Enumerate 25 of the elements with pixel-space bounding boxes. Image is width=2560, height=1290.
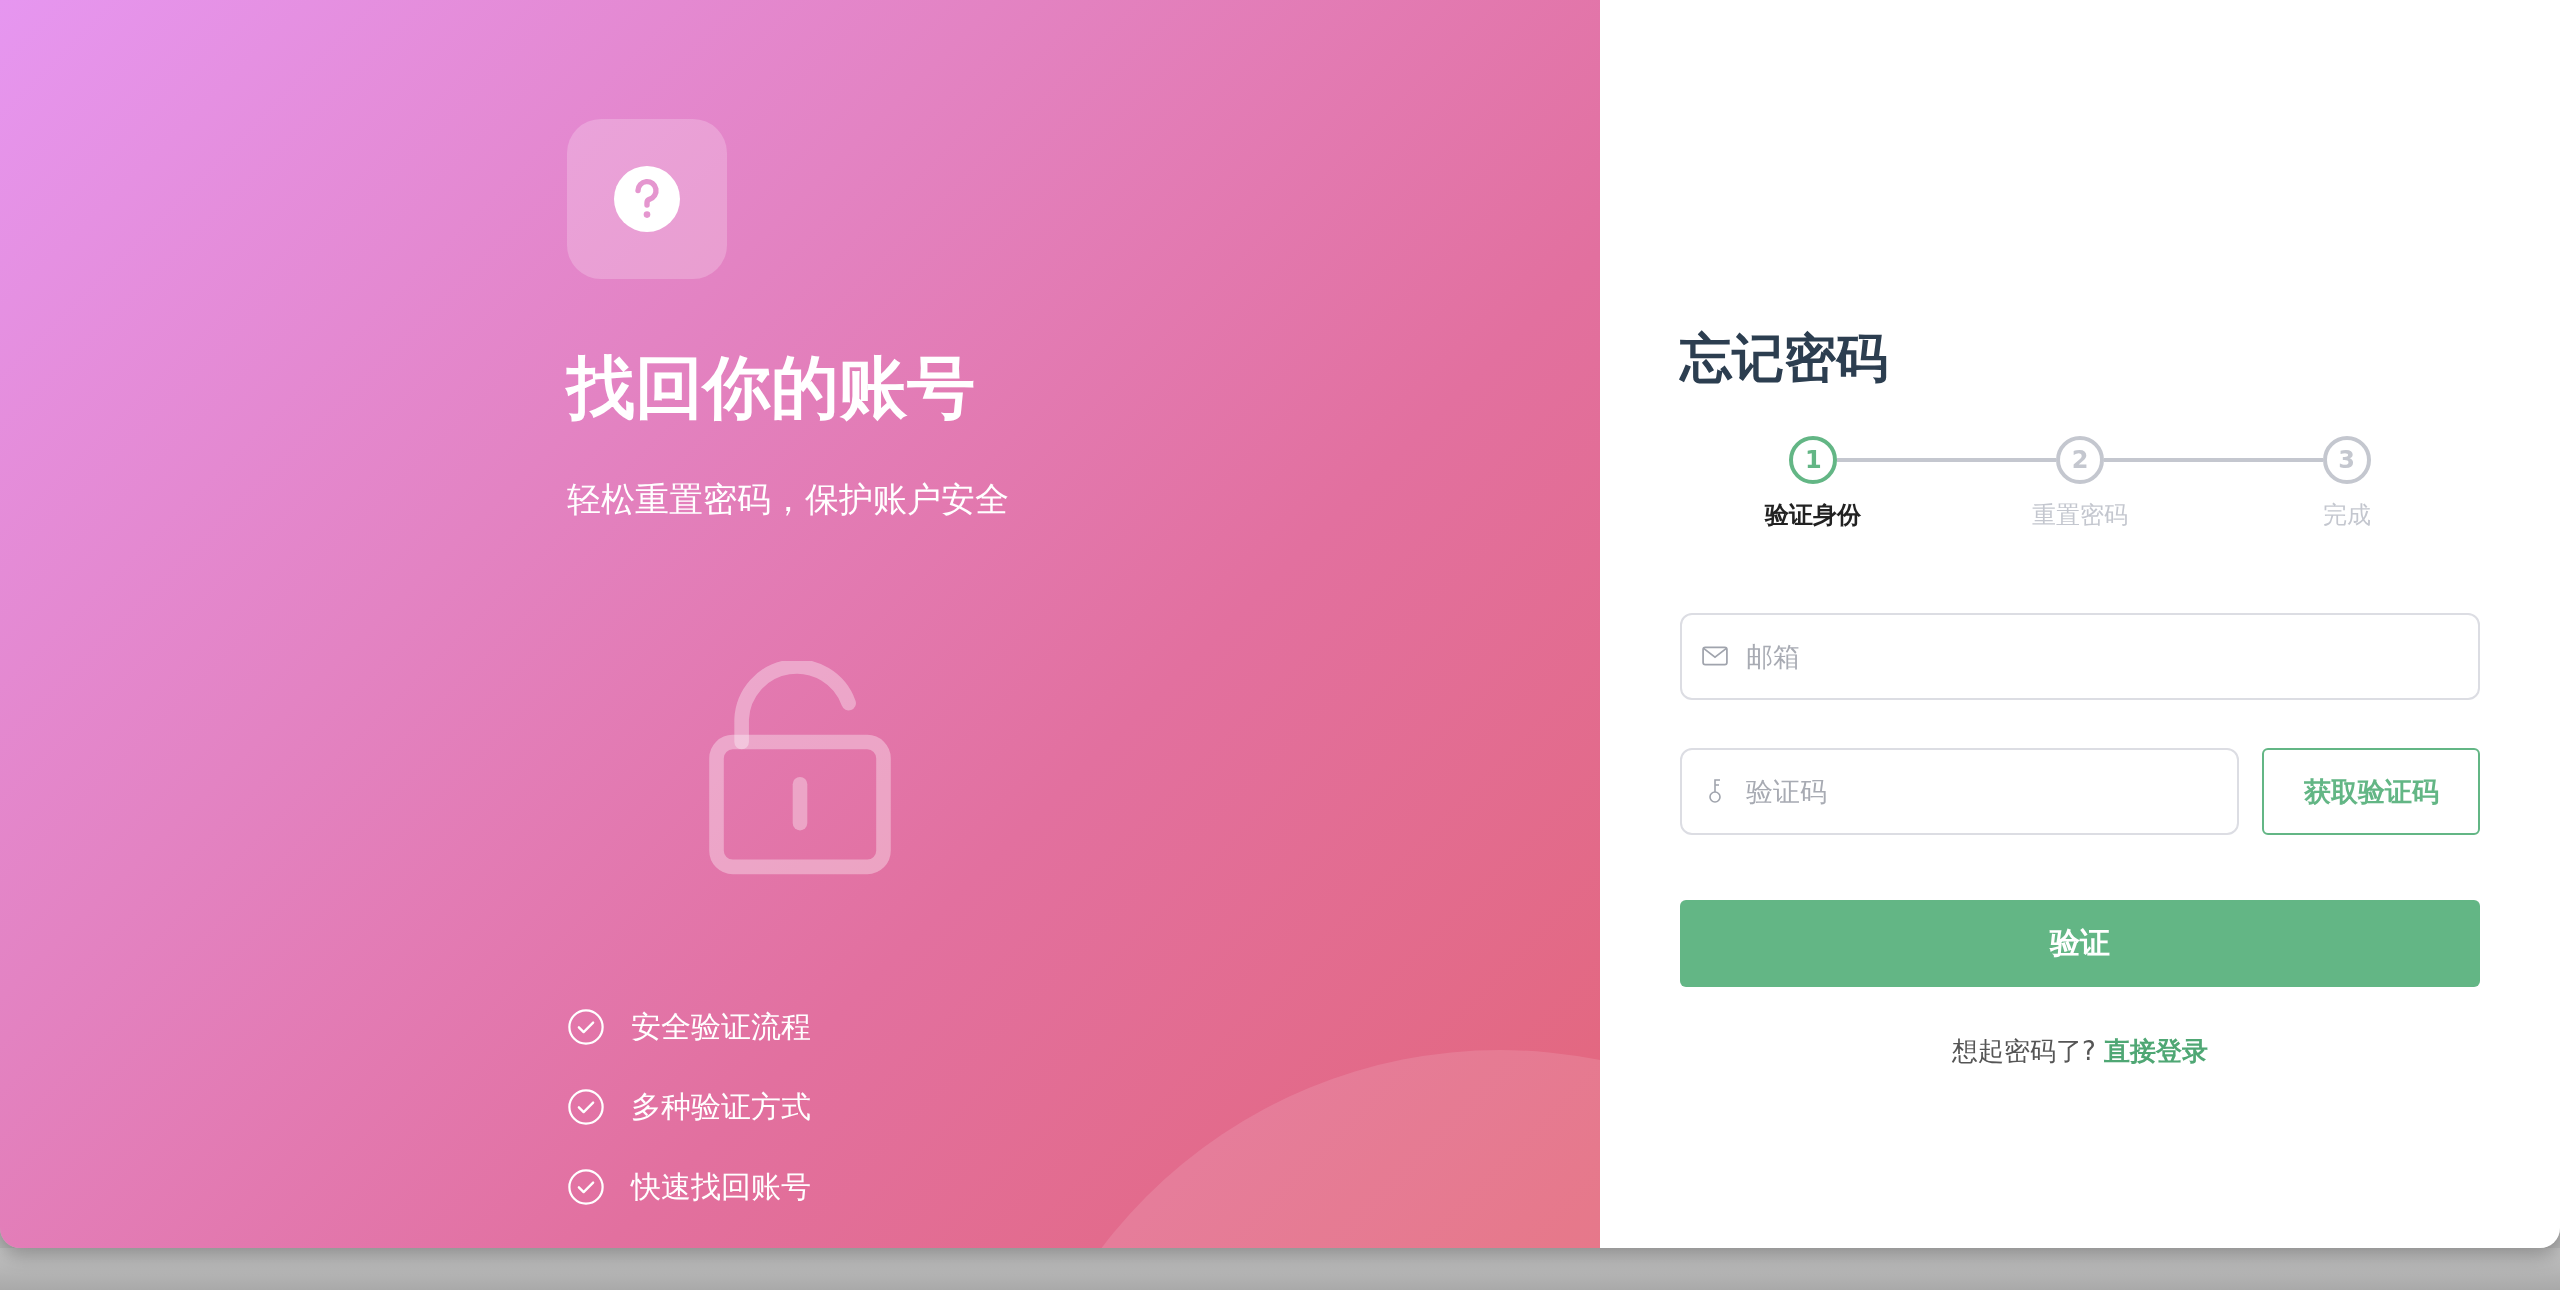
help-icon	[611, 163, 683, 235]
mail-icon	[1702, 645, 1728, 667]
form-title: 忘记密码	[1680, 327, 1889, 390]
feature-text: 快速找回账号	[631, 1168, 811, 1207]
step-circle: 3	[2322, 436, 2371, 484]
hero-title: 找回你的账号	[567, 347, 976, 429]
feature-text: 多种验证方式	[631, 1088, 811, 1127]
key-icon	[1708, 778, 1722, 804]
login-link[interactable]: 直接登录	[2104, 1036, 2209, 1066]
step-label: 重置密码	[2032, 500, 2128, 531]
check-circle-icon	[567, 1168, 605, 1207]
login-prompt: 想起密码了? 直接登录	[1950, 1035, 2210, 1068]
get-code-button[interactable]: 获取验证码	[2262, 748, 2480, 835]
check-circle-icon	[567, 1088, 605, 1127]
check-circle-icon	[567, 1008, 605, 1047]
unlocked-padlock-icon	[708, 661, 892, 876]
step-label: 验证身份	[1765, 500, 1862, 531]
feature-text: 安全验证流程	[631, 1008, 811, 1047]
verify-button[interactable]: 验证	[1680, 900, 2480, 987]
code-field[interactable]: 验证码	[1680, 748, 2239, 835]
email-field[interactable]: 邮箱	[1680, 613, 2480, 700]
step-circle: 1	[1789, 436, 1838, 484]
hero-subtitle: 轻松重置密码，保护账户安全	[567, 478, 1010, 520]
step-circle: 2	[2056, 436, 2104, 484]
step-label: 完成	[2322, 500, 2371, 531]
